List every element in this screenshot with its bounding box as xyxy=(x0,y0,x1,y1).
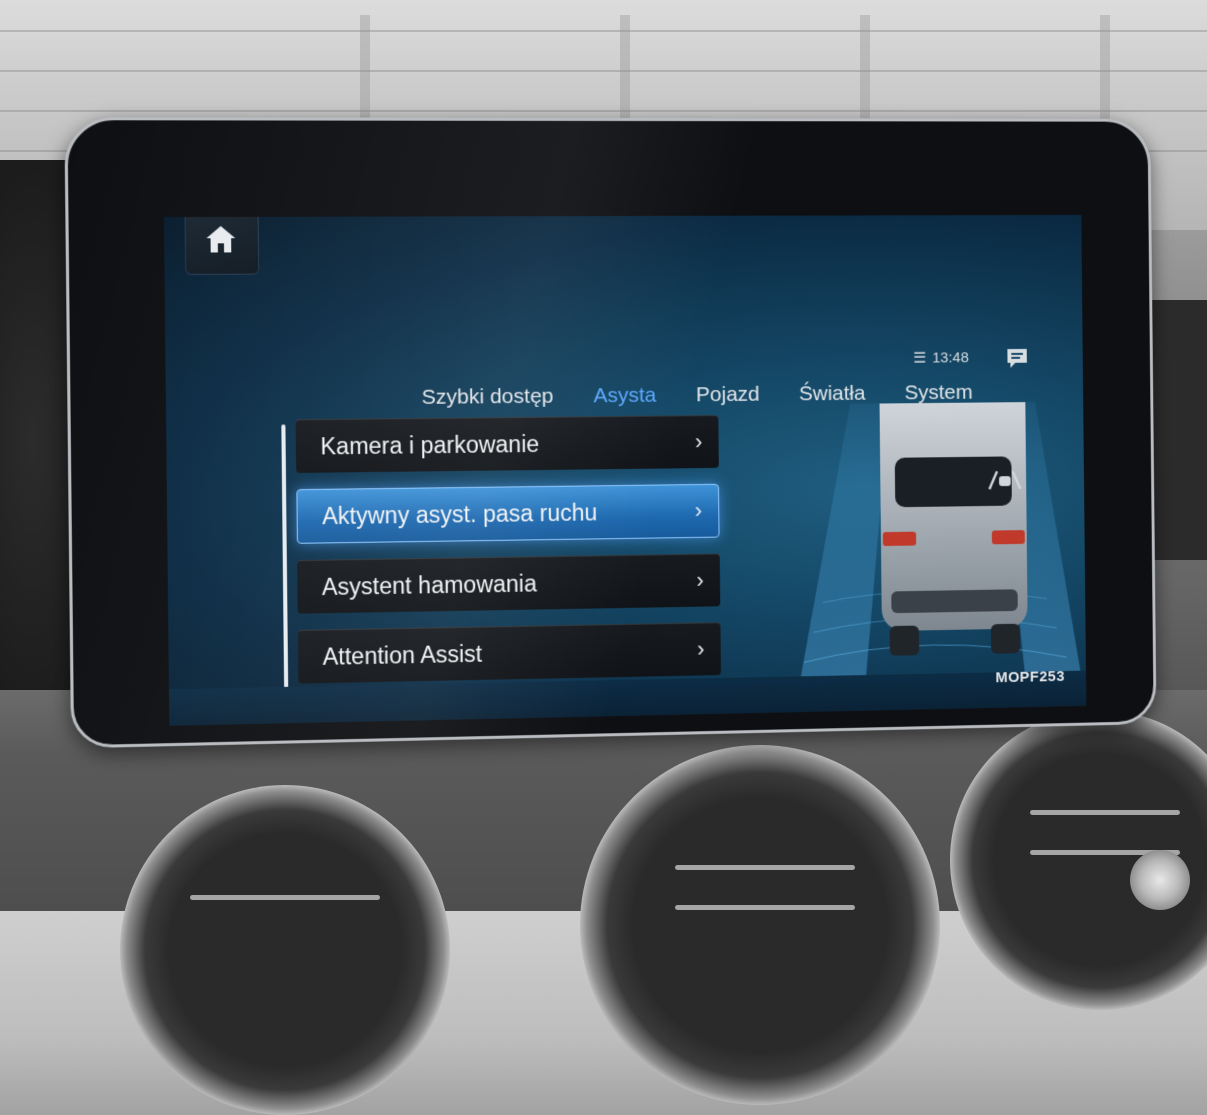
menu-item-asystent-hamowania[interactable]: Asystent hamowania › xyxy=(297,553,720,613)
tab-swiatla[interactable]: Światła xyxy=(779,382,885,407)
menu-item-label: Attention Assist xyxy=(298,636,681,670)
home-icon xyxy=(204,223,237,256)
tab-asysta[interactable]: Asysta xyxy=(573,384,676,409)
tab-bar: Szybki dostęp Asysta Pojazd Światła Syst… xyxy=(401,361,992,410)
tab-system[interactable]: System xyxy=(885,381,992,406)
air-vent-center[interactable] xyxy=(580,745,940,1105)
scrollbar[interactable] xyxy=(281,424,288,698)
message-icon[interactable] xyxy=(1005,347,1028,369)
menu-item-label: Aktywny asyst. pasa ruchu xyxy=(298,498,679,530)
chevron-right-icon: › xyxy=(679,429,719,455)
status-bar: ☰ 13:48 xyxy=(913,348,969,366)
chevron-right-icon: › xyxy=(680,567,720,594)
menu-item-label: Asystent hamowania xyxy=(297,568,680,601)
home-button[interactable] xyxy=(185,215,260,275)
clock: 13:48 xyxy=(932,349,969,366)
chevron-right-icon: › xyxy=(681,636,721,663)
chevron-right-icon: › xyxy=(678,498,718,524)
tab-pojazd[interactable]: Pojazd xyxy=(676,383,779,408)
assist-menu: Kamera i parkowanie › Aktywny asyst. pas… xyxy=(296,415,722,700)
vent-knob[interactable] xyxy=(1130,850,1190,910)
lane-assist-icon xyxy=(985,467,1024,491)
menu-item-attention-assist[interactable]: Attention Assist › xyxy=(298,622,721,683)
screen: Szybki dostęp Asysta Pojazd Światła Syst… xyxy=(164,215,1086,726)
lane-assist-illustration xyxy=(772,402,1087,713)
menu-item-kamera-parkowanie[interactable]: Kamera i parkowanie › xyxy=(296,415,719,473)
infotainment-display: Szybki dostęp Asysta Pojazd Światła Syst… xyxy=(64,117,1156,748)
menu-item-label: Kamera i parkowanie xyxy=(296,429,679,460)
tab-szybki-dostep[interactable]: Szybki dostęp xyxy=(401,384,573,410)
phone-signal-icon: ☰ xyxy=(913,349,926,367)
air-vent-left[interactable] xyxy=(120,785,450,1115)
screen-code-label: MOPF253 xyxy=(995,668,1065,686)
car-icon xyxy=(879,402,1028,656)
menu-item-aktywny-asyst-pasa[interactable]: Aktywny asyst. pasa ruchu › xyxy=(296,484,719,544)
